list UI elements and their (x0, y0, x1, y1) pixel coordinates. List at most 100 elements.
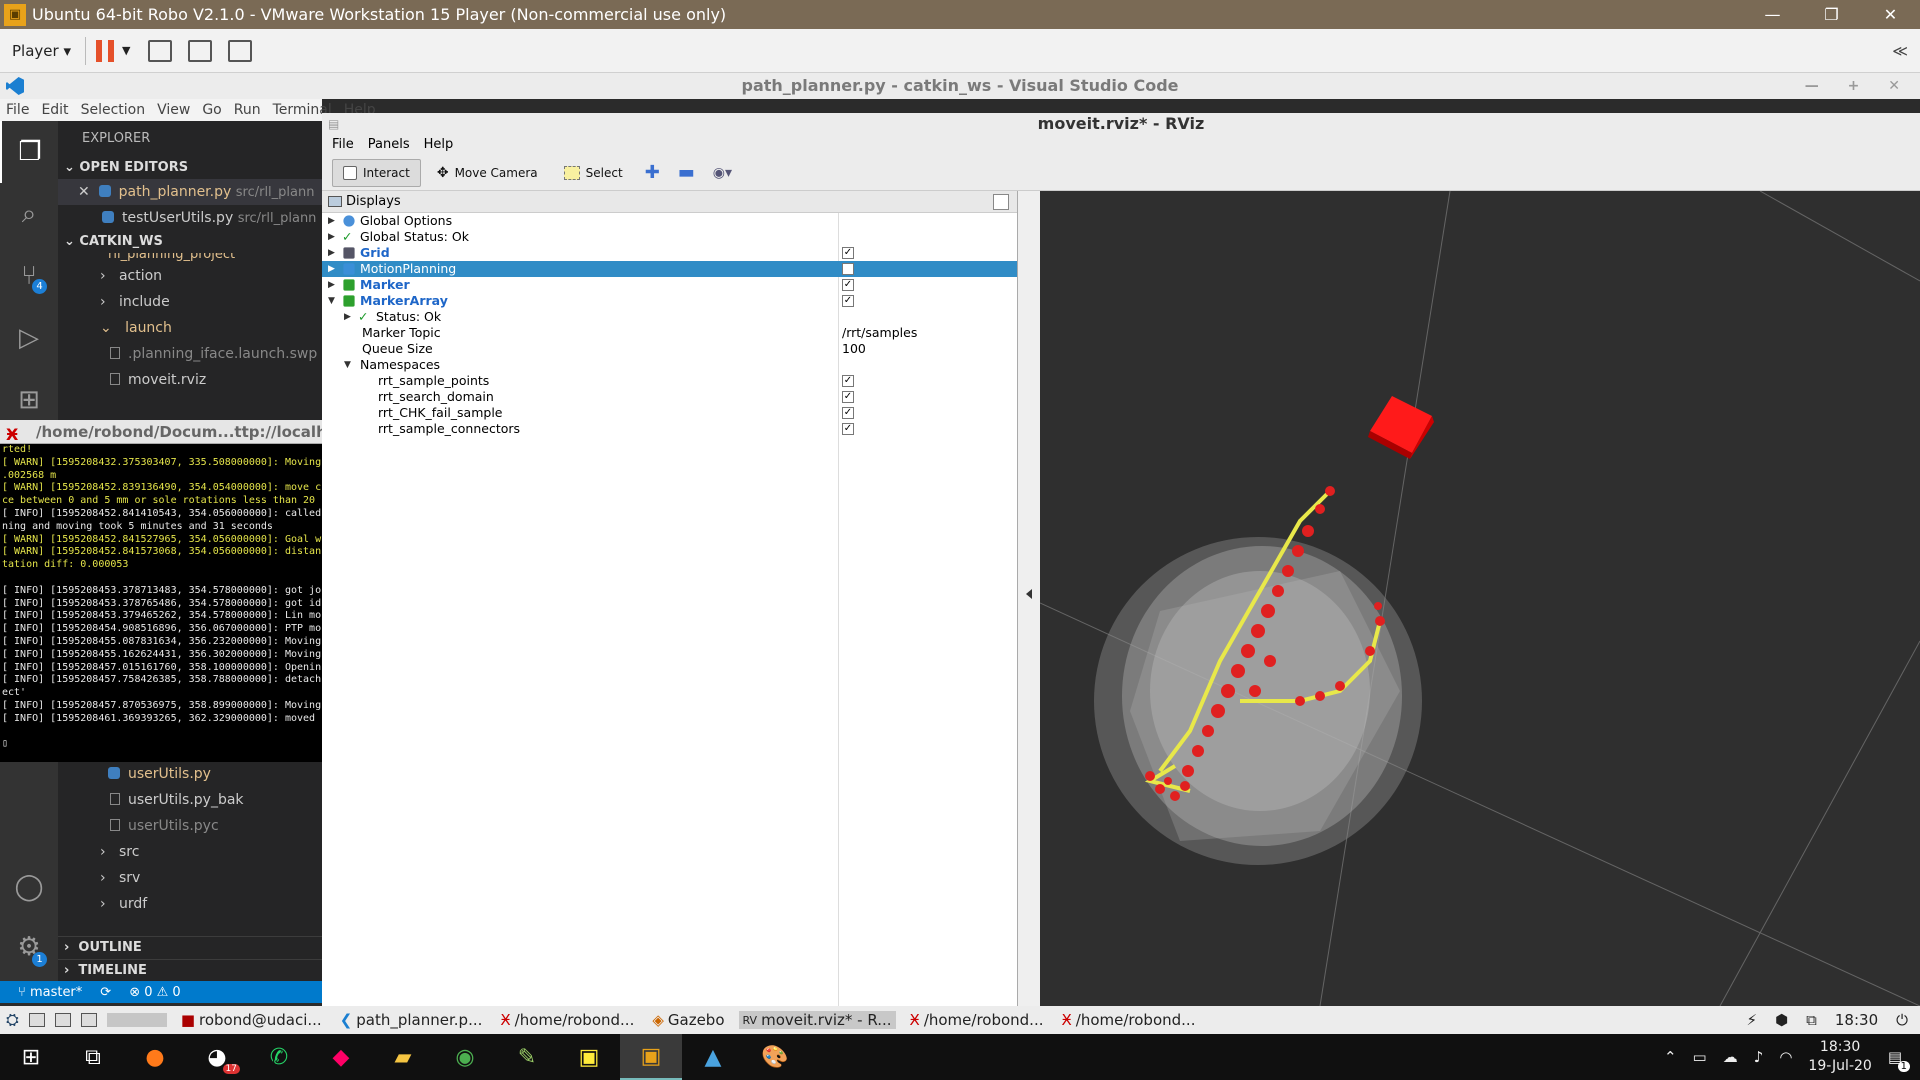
display-row[interactable]: Queue Size 100 (322, 341, 1017, 357)
tree-folder-action[interactable]: › action (58, 263, 322, 289)
gitkraken-icon[interactable]: ◆ (310, 1034, 372, 1080)
enable-checkbox[interactable]: ✓ (842, 375, 854, 387)
volume-icon[interactable]: ♪ (1754, 1048, 1764, 1066)
taskbar-item-gazebo[interactable]: ◈ Gazebo (648, 1011, 728, 1029)
enable-checkbox[interactable]: ✓ (842, 407, 854, 419)
whatsapp-icon[interactable]: ✆ (248, 1034, 310, 1080)
collapsed-arrow-icon[interactable]: ▶ (328, 277, 338, 293)
pause-dropdown-icon[interactable]: ▼ (122, 44, 130, 57)
chrome-app-icon[interactable]: ◕ 17 (186, 1034, 248, 1080)
screens-icon[interactable]: ⧉ (1806, 1011, 1817, 1029)
collapsed-arrow-icon[interactable]: ▶ (328, 229, 338, 245)
ubuntu-power-icon[interactable]: ⏻ (1896, 1011, 1908, 1029)
tree-folder-include[interactable]: › include (58, 289, 322, 315)
terminal-title-bar[interactable]: Ӿ /home/robond/Docum...ttp://localh (0, 420, 322, 444)
collapsed-arrow-icon[interactable]: ▶ (344, 309, 354, 325)
display-row[interactable]: rrt_CHK_fail_sample ✓ (322, 405, 1017, 421)
interact-tool-button[interactable]: Interact (332, 158, 421, 187)
display-row[interactable]: ▶ ✓ Global Status: Ok (322, 229, 1017, 245)
collapsed-arrow-icon[interactable]: ▶ (328, 213, 338, 229)
battery-icon[interactable]: ▭ (1693, 1048, 1707, 1066)
enable-checkbox[interactable] (842, 263, 854, 275)
select-tool-button[interactable]: Select (554, 159, 633, 187)
open-editor-item[interactable]: testUserUtils.py src/rll_plann (58, 205, 322, 231)
display-row[interactable]: ▶ Marker ✓ (322, 277, 1017, 293)
rviz-menu-panels[interactable]: Panels (368, 135, 410, 155)
rviz-menu-help[interactable]: Help (424, 135, 454, 155)
collapsed-arrow-icon[interactable]: ▶ (328, 245, 338, 261)
tree-folder-srv[interactable]: › srv (58, 865, 322, 891)
tree-file-moveit-rviz[interactable]: moveit.rviz (58, 367, 322, 393)
windows-start-icon[interactable]: ⊞ (0, 1034, 62, 1080)
taskbar-item-xterm-3[interactable]: Ӿ/home/robond... (1058, 1011, 1200, 1029)
display-row[interactable]: ▼ Namespaces (322, 357, 1017, 373)
menu-run[interactable]: Run (234, 102, 261, 118)
wifi-icon[interactable]: ◠ (1779, 1048, 1792, 1066)
ubuntu-start-icon[interactable]: ⛭ (6, 1010, 19, 1030)
workspace-switcher[interactable] (106, 1013, 167, 1027)
display-row[interactable]: rrt_sample_points ✓ (322, 373, 1017, 389)
unity-icon[interactable] (228, 39, 253, 62)
photos-icon[interactable]: ▲ (682, 1034, 744, 1080)
tree-folder-src[interactable]: › src (58, 839, 322, 865)
taskbar-item-vscode[interactable]: ❮ path_planner.p... (336, 1011, 487, 1029)
open-editors-section[interactable]: ⌄ OPEN EDITORS (58, 157, 322, 179)
3d-viewport[interactable] (1040, 191, 1920, 1006)
enable-checkbox[interactable]: ✓ (842, 295, 854, 307)
display-row[interactable]: ▶ Global Options (322, 213, 1017, 229)
source-control-icon[interactable]: ⑂ 4 (0, 245, 58, 307)
windows-clock[interactable]: 18:30 19-Jul-20 (1808, 1038, 1871, 1076)
sticky-notes-icon[interactable]: ▣ (558, 1034, 620, 1080)
rviz-window-menu-icon[interactable]: ▤ (328, 113, 339, 135)
task-view-icon[interactable]: ⧉ (62, 1034, 124, 1080)
enable-checkbox[interactable]: ✓ (842, 279, 854, 291)
taskbar-item-xterm-2[interactable]: Ӿ/home/robond... (906, 1011, 1048, 1029)
enable-checkbox[interactable]: ✓ (842, 391, 854, 403)
taskbar-item-terminal[interactable]: ■ robond@udaci... (177, 1011, 326, 1029)
files-icon[interactable] (54, 1013, 71, 1027)
float-panel-button[interactable] (993, 194, 1009, 210)
close-button[interactable]: ✕ (1861, 5, 1920, 24)
tree-folder-launch[interactable]: ⌄ launch (58, 315, 322, 341)
display-row[interactable]: ▶ Grid ✓ (322, 245, 1017, 261)
paint-icon[interactable]: 🎨 (744, 1034, 806, 1080)
menu-selection[interactable]: Selection (81, 102, 146, 118)
ubuntu-clock[interactable]: 18:30 (1835, 1011, 1878, 1029)
tree-folder-urdf[interactable]: › urdf (58, 891, 322, 917)
rviz-menu-file[interactable]: File (332, 135, 354, 155)
tree-file-swp[interactable]: .planning_iface.launch.swp (58, 341, 322, 367)
outline-section[interactable]: › OUTLINE (58, 937, 322, 959)
menu-edit[interactable]: Edit (41, 102, 68, 118)
vmware-taskbar-icon[interactable]: ▣ (620, 1034, 682, 1080)
workspace-section[interactable]: ⌄ CATKIN_WS (58, 231, 322, 253)
pause-icon[interactable] (96, 39, 114, 62)
action-center-icon[interactable]: ▤ 1 (1888, 1048, 1910, 1072)
display-row[interactable]: ▶ MotionPlanning (322, 261, 1017, 277)
terminal-output[interactable]: rted![ WARN] [1595208432.375303407, 335.… (0, 444, 322, 762)
enable-checkbox[interactable]: ✓ (842, 423, 854, 435)
property-value[interactable]: 100 (842, 341, 866, 357)
menu-go[interactable]: Go (202, 102, 221, 118)
open-editor-item[interactable]: ✕ path_planner.py src/rll_plann (58, 179, 322, 205)
notepad-icon[interactable]: ✎ (496, 1034, 558, 1080)
display-row[interactable]: rrt_search_domain ✓ (322, 389, 1017, 405)
collapse-toolbar-button[interactable]: ≪ (1892, 42, 1908, 60)
search-icon[interactable]: ⌕ (0, 183, 58, 245)
explorer-icon[interactable]: ❐ (0, 121, 58, 183)
tree-file-userutils-pyc[interactable]: userUtils.pyc (58, 813, 322, 839)
collapse-arrow-icon[interactable] (1026, 589, 1032, 599)
bolt-icon[interactable]: ⚡ (1747, 1011, 1758, 1029)
display-row[interactable]: ▼ MarkerArray ✓ (322, 293, 1017, 309)
show-desktop-icon[interactable] (28, 1013, 45, 1027)
send-ctrl-alt-del-icon[interactable] (148, 39, 173, 62)
account-icon[interactable]: ◯ (0, 856, 58, 918)
sync-icon[interactable]: ⟳ (100, 985, 111, 1000)
fullscreen-icon[interactable] (188, 39, 213, 62)
tree-file-userutils-bak[interactable]: userUtils.py_bak (58, 787, 322, 813)
minimize-button[interactable]: — (1743, 5, 1802, 24)
expanded-arrow-icon[interactable]: ▼ (344, 357, 354, 373)
property-value[interactable]: /rrt/samples (842, 325, 917, 341)
collapsed-arrow-icon[interactable]: ▶ (328, 261, 338, 277)
taskbar-item-rviz[interactable]: RV moveit.rviz* - R... (738, 1011, 896, 1029)
panel-splitter[interactable] (1018, 191, 1040, 1006)
